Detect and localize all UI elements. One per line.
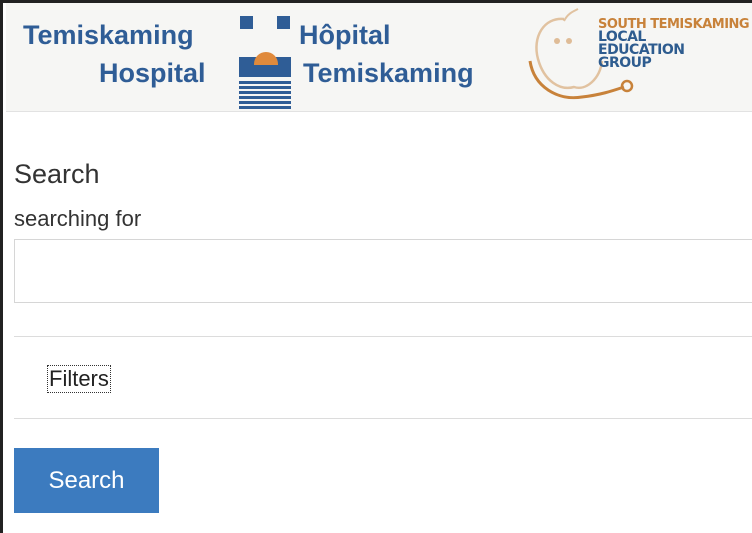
hospital-name-en-line1: Temiskaming (23, 20, 194, 50)
leg-line4: GROUP (598, 55, 652, 71)
hospital-logo-icon (239, 15, 293, 110)
leg-logo-text: SOUTH TEMISKAMING LOCAL EDUCATION GROUP (598, 18, 750, 71)
page-frame: Temiskaming Hospital Hôpital Temiskaming (0, 0, 752, 533)
search-input[interactable] (14, 239, 752, 303)
search-title: Search (14, 159, 100, 189)
filters-divider-top (14, 336, 752, 337)
filters-toggle[interactable]: Filters (47, 365, 111, 393)
search-button[interactable]: Search (14, 448, 159, 513)
hospital-name-fr-line1: Hôpital (299, 20, 391, 50)
searching-for-label: searching for (14, 206, 142, 231)
site-header: Temiskaming Hospital Hôpital Temiskaming (6, 3, 752, 112)
hospital-name-en-line2: Hospital (99, 58, 206, 88)
filters-divider-bottom (14, 418, 752, 419)
hospital-name-fr-line2: Temiskaming (303, 58, 474, 88)
